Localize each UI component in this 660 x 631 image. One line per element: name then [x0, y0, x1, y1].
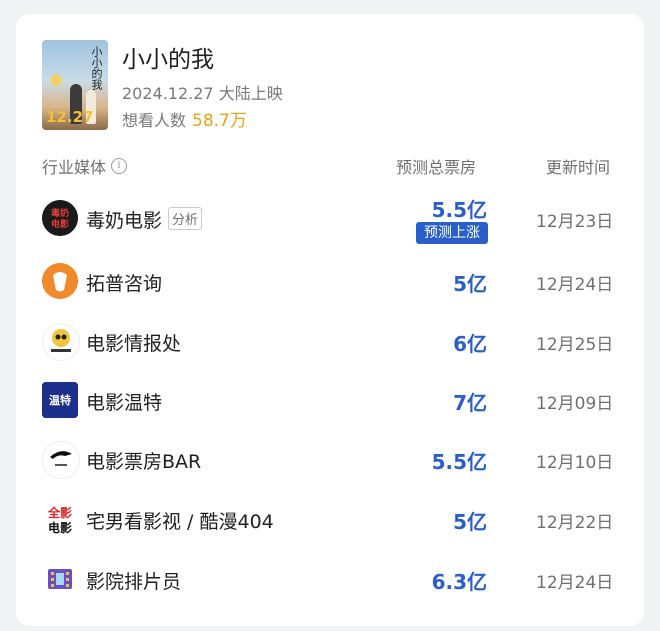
header-prediction: 预测总票房 [396, 158, 477, 177]
media-row[interactable]: 影院排片员 6.3亿 12月24日 [16, 555, 644, 605]
svg-text:全影: 全影 [47, 505, 72, 520]
want-to-see: 想看人数 58.7万 [122, 106, 247, 131]
svg-text:毒奶: 毒奶 [51, 207, 69, 219]
svg-text:温特: 温特 [49, 393, 71, 407]
update-date: 12月23日 [536, 212, 614, 232]
prediction-value: 5.5亿 [431, 450, 487, 474]
media-name: 毒奶电影 分析 [86, 206, 203, 233]
paipian-logo-icon [42, 561, 78, 597]
want-label: 想看人数 [122, 111, 187, 130]
media-name: 电影票房BAR [86, 451, 202, 473]
analysis-tag[interactable]: 分析 [168, 207, 203, 230]
media-name: 电影温特 [86, 392, 163, 414]
prediction-value: 6.3亿 [431, 570, 487, 594]
poster-sun-shape [50, 74, 62, 86]
media-row[interactable]: 电影票房BAR 5.5亿 12月10日 [16, 435, 644, 485]
media-name: 电影情报处 [86, 333, 182, 355]
poster-date: 12.27 [46, 108, 94, 126]
piaofang-bar-logo-icon [42, 441, 80, 479]
zhainan-logo-icon: 全影 电影 [42, 501, 78, 537]
media-row[interactable]: 电影情报处 6亿 12月25日 [16, 317, 644, 367]
info-icon[interactable]: i [111, 158, 128, 174]
media-row[interactable]: 拓普咨询 5亿 12月24日 [16, 257, 644, 307]
release-info: 2024.12.27 大陆上映 [122, 84, 283, 103]
update-date: 12月09日 [536, 394, 614, 414]
qingbaochu-logo-icon [42, 323, 80, 361]
header-media: 行业媒体 i [42, 154, 128, 178]
want-count: 58.7万 [192, 111, 247, 131]
movie-poster[interactable]: 小小的我 12.27 [42, 40, 108, 130]
header-media-label: 行业媒体 [42, 158, 107, 177]
svg-text:电影: 电影 [51, 218, 69, 230]
media-name: 拓普咨询 [86, 273, 163, 295]
prediction-value: 5亿 [453, 510, 487, 534]
header-updated: 更新时间 [546, 158, 611, 177]
update-date: 12月25日 [536, 335, 614, 355]
wente-logo-icon: 温特 [42, 382, 78, 418]
movie-title[interactable]: 小小的我 [122, 40, 214, 74]
svg-text:电影: 电影 [48, 520, 72, 535]
update-date: 12月24日 [536, 573, 614, 593]
topu-logo-icon [42, 263, 78, 299]
prediction-card: 小小的我 12.27 小小的我 2024.12.27 大陆上映 想看人数 58.7… [16, 14, 644, 626]
media-name: 宅男看影视 / 酷漫404 [86, 511, 274, 533]
prediction-value: 7亿 [453, 391, 487, 415]
media-row[interactable]: 毒奶 电影 毒奶电影 分析 5.5亿 12月23日 [16, 194, 644, 244]
trend-up-badge: 预测上涨 [416, 222, 488, 244]
media-row[interactable]: 全影 电影 宅男看影视 / 酷漫404 5亿 12月22日 [16, 495, 644, 545]
media-name-text: 毒奶电影 [86, 210, 163, 232]
poster-title: 小小的我 [90, 46, 103, 90]
update-date: 12月22日 [536, 513, 614, 533]
dunai-logo-icon: 毒奶 电影 [42, 200, 78, 236]
media-row[interactable]: 温特 电影温特 7亿 12月09日 [16, 376, 644, 426]
prediction-value: 5.5亿 [431, 198, 487, 222]
update-date: 12月10日 [536, 453, 614, 473]
prediction-value: 5亿 [453, 272, 487, 296]
update-date: 12月24日 [536, 275, 614, 295]
media-name: 影院排片员 [86, 571, 182, 593]
prediction-value: 6亿 [453, 332, 487, 356]
